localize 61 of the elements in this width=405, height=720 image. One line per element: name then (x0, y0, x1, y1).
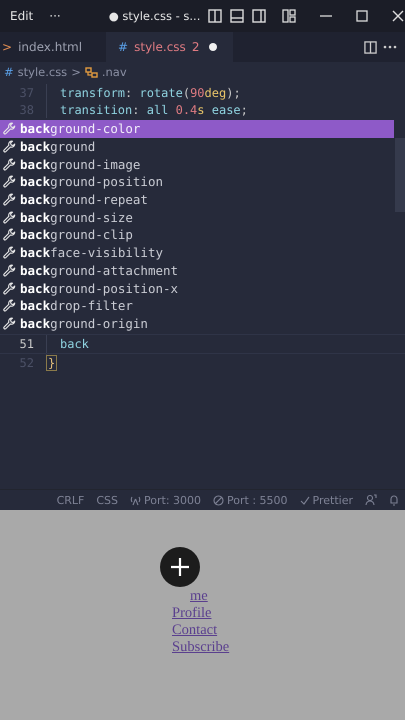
blocked-icon (213, 494, 224, 506)
nav-link[interactable]: Contact (172, 622, 218, 639)
code-line: transform: rotate(90deg); (60, 86, 241, 100)
close-icon[interactable] (392, 10, 404, 22)
nav-link[interactable]: me (190, 588, 208, 605)
wrench-icon (3, 246, 16, 260)
code-line: back (60, 337, 89, 352)
suggestion-item[interactable]: background-origin (0, 314, 394, 332)
wrench-icon (3, 210, 16, 224)
wrench-icon (3, 264, 16, 277)
file-tab[interactable]: # style.css 2 (106, 32, 234, 62)
suggestion-item[interactable]: background-position (0, 173, 394, 191)
breadcrumb-item[interactable]: style.css (18, 65, 68, 79)
window-title: ● style.css - s... (108, 9, 200, 23)
suggestion-item[interactable]: backface-visibility (0, 244, 394, 262)
status-item[interactable]: Prettier (312, 494, 353, 506)
more-icon[interactable] (383, 45, 397, 49)
wrench-icon (3, 316, 16, 330)
suggestion-item[interactable]: background (0, 138, 394, 156)
split-editor-icon[interactable] (364, 40, 377, 54)
check-icon (300, 496, 310, 504)
scrollbar[interactable] (395, 138, 405, 212)
person-icon[interactable] (365, 494, 377, 506)
suggestion-item[interactable]: background-size (0, 208, 394, 226)
wrench-icon (3, 193, 16, 206)
css-icon: # (4, 65, 14, 79)
menu-item[interactable]: Edit (8, 9, 40, 23)
plus-button[interactable] (160, 547, 200, 587)
nav-link[interactable]: Profile (172, 605, 212, 622)
wrench-icon (3, 158, 16, 171)
suggestion-item[interactable]: background-image (0, 155, 394, 174)
layout-icon[interactable] (282, 9, 296, 23)
bell-icon[interactable] (389, 494, 399, 506)
breadcrumb-item[interactable]: .nav (102, 65, 127, 79)
status-item[interactable]: CSS (96, 494, 118, 506)
status-item[interactable]: Port: 3000 (144, 494, 202, 506)
selector-icon (84, 66, 98, 78)
status-item[interactable]: CRLF (56, 494, 84, 506)
suggestion-item[interactable]: background-repeat (0, 190, 394, 208)
suggestion-item[interactable]: background-clip (0, 226, 394, 244)
wrench-icon (3, 175, 16, 188)
nav-link[interactable]: Subscribe (172, 639, 230, 656)
layout-icon[interactable] (208, 9, 222, 23)
layout-icon[interactable] (252, 9, 266, 23)
suggestion-item[interactable]: backdrop-filter (0, 296, 394, 315)
status-item[interactable]: Port : 5500 (227, 494, 288, 506)
wrench-icon (3, 122, 16, 136)
breadcrumb-separator: > (71, 65, 81, 79)
wrench-icon (3, 140, 16, 154)
maximize-icon[interactable] (356, 10, 368, 22)
wrench-icon (3, 228, 16, 242)
line-number: 51 (18, 337, 35, 352)
suggestion-item[interactable]: background-attachment (0, 262, 394, 280)
suggestion-item[interactable]: background-position-x (0, 279, 394, 297)
suggestion-item[interactable]: background-color (0, 120, 394, 138)
menu-item[interactable]: ··· (47, 9, 67, 23)
layout-icon[interactable] (230, 9, 244, 23)
wrench-icon (3, 282, 16, 295)
code-line: transition: all 0.4s ease; (60, 102, 248, 116)
wrench-icon (3, 299, 16, 312)
broadcast-icon (130, 494, 142, 506)
